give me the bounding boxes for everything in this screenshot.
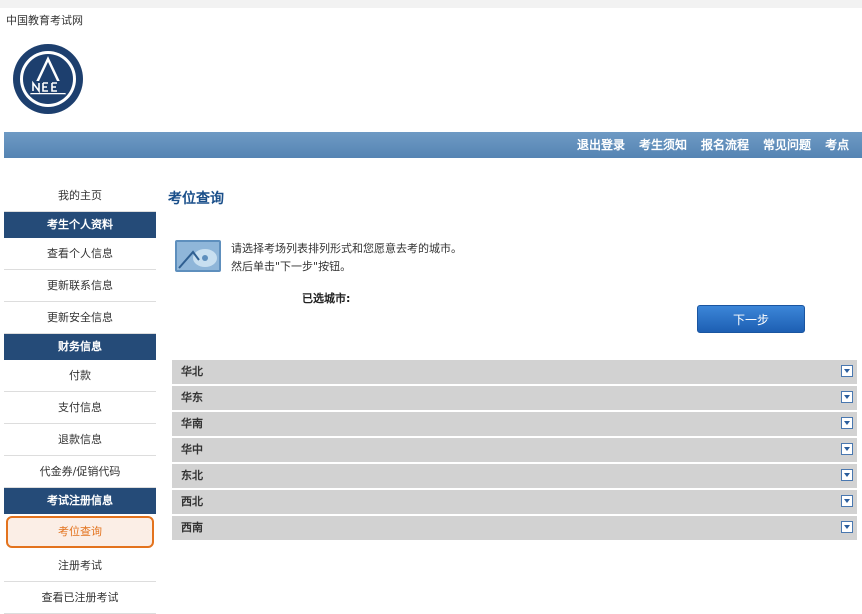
- expand-arrow-icon[interactable]: [841, 391, 853, 403]
- sidebar-item-payment[interactable]: 付款: [4, 360, 156, 392]
- nav-logout[interactable]: 退出登录: [572, 132, 634, 158]
- sidebar-item-view-personal-info[interactable]: 查看个人信息: [4, 238, 156, 270]
- sidebar-section-profile: 考生个人资料: [4, 212, 156, 238]
- info-image-icon: [175, 240, 221, 272]
- sidebar-item-update-security-info[interactable]: 更新安全信息: [4, 302, 156, 334]
- region-label: 华中: [181, 443, 203, 456]
- nav-test-center[interactable]: 考点: [820, 132, 858, 158]
- sidebar-item-refund-info[interactable]: 退款信息: [4, 424, 156, 456]
- sidebar-item-payment-info[interactable]: 支付信息: [4, 392, 156, 424]
- region-row-southwest[interactable]: 西南: [172, 516, 857, 540]
- region-label: 华南: [181, 417, 203, 430]
- sidebar-item-update-contact-info[interactable]: 更新联系信息: [4, 270, 156, 302]
- neea-logo: [13, 44, 83, 114]
- instruction-line-2: 然后单击"下一步"按钮。: [231, 260, 352, 273]
- sidebar-item-voucher-promo-code[interactable]: 代金券/促销代码: [4, 456, 156, 488]
- region-row-north-china[interactable]: 华北: [172, 360, 857, 384]
- instruction-text: 请选择考场列表排列形式和您愿意去考的城市。 然后单击"下一步"按钮。: [231, 240, 462, 276]
- nav-candidate-notice[interactable]: 考生须知: [634, 132, 696, 158]
- region-label: 西北: [181, 495, 203, 508]
- expand-arrow-icon[interactable]: [841, 365, 853, 377]
- region-label: 东北: [181, 469, 203, 482]
- selected-cities-label: 已选城市:: [302, 292, 351, 305]
- expand-arrow-icon[interactable]: [841, 495, 853, 507]
- site-name: 中国教育考试网: [6, 14, 83, 27]
- expand-arrow-icon[interactable]: [841, 469, 853, 481]
- sidebar-item-view-registered-exams[interactable]: 查看已注册考试: [4, 582, 156, 614]
- top-border: [0, 0, 862, 8]
- sidebar: 我的主页 考生个人资料 查看个人信息 更新联系信息 更新安全信息 财务信息 付款…: [4, 180, 156, 614]
- region-label: 华北: [181, 365, 203, 378]
- region-row-northwest[interactable]: 西北: [172, 490, 857, 514]
- next-step-button[interactable]: 下一步: [697, 305, 805, 333]
- sidebar-section-finance: 财务信息: [4, 334, 156, 360]
- expand-arrow-icon[interactable]: [841, 521, 853, 533]
- top-navigation-bar: 退出登录 考生须知 报名流程 常见问题 考点: [4, 132, 862, 158]
- region-label: 华东: [181, 391, 203, 404]
- expand-arrow-icon[interactable]: [841, 443, 853, 455]
- sidebar-section-exam-registration: 考试注册信息: [4, 488, 156, 514]
- nav-registration-process[interactable]: 报名流程: [696, 132, 758, 158]
- region-row-central-china[interactable]: 华中: [172, 438, 857, 462]
- nav-faq[interactable]: 常见问题: [758, 132, 820, 158]
- region-list: 华北 华东 华南 华中 东北 西北 西南: [172, 360, 857, 542]
- instruction-line-1: 请选择考场列表排列形式和您愿意去考的城市。: [231, 242, 462, 255]
- page-title: 考位查询: [168, 191, 224, 207]
- region-row-south-china[interactable]: 华南: [172, 412, 857, 436]
- region-row-east-china[interactable]: 华东: [172, 386, 857, 410]
- sidebar-item-seat-query[interactable]: 考位查询: [6, 516, 154, 548]
- region-row-northeast[interactable]: 东北: [172, 464, 857, 488]
- sidebar-item-register-exam[interactable]: 注册考试: [4, 550, 156, 582]
- region-label: 西南: [181, 521, 203, 534]
- expand-arrow-icon[interactable]: [841, 417, 853, 429]
- sidebar-item-home[interactable]: 我的主页: [4, 180, 156, 212]
